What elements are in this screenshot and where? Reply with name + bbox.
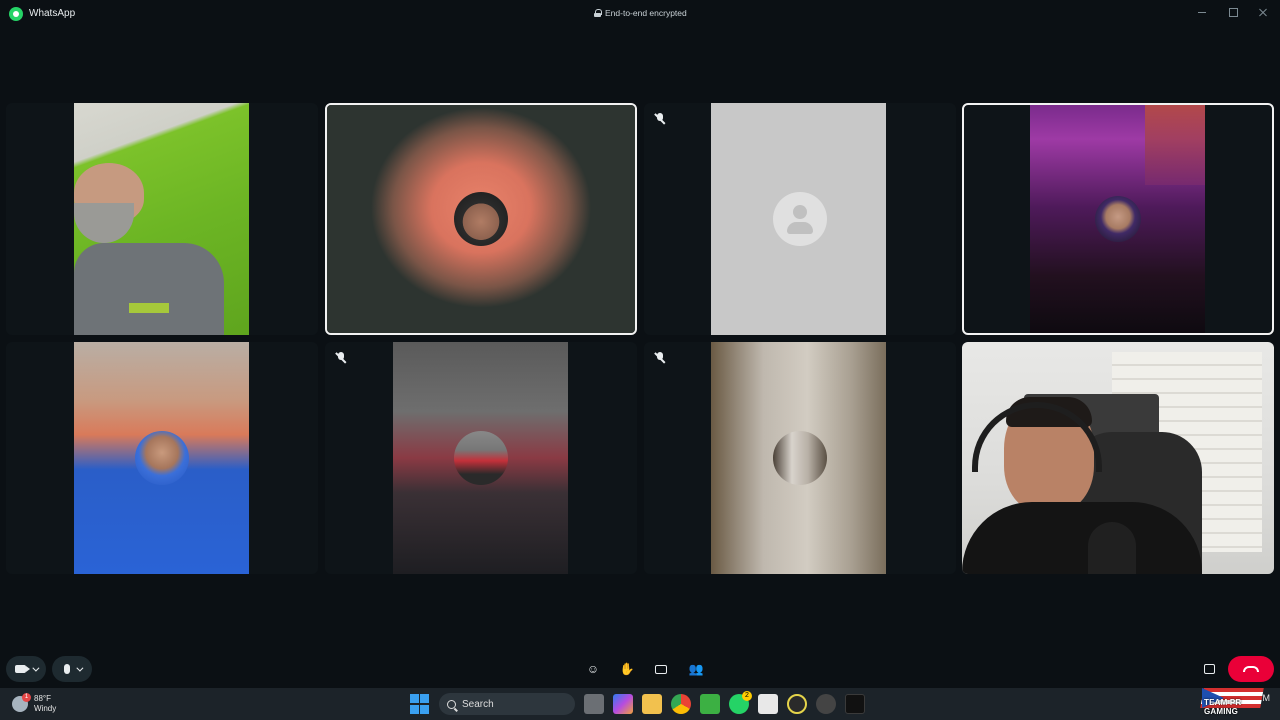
layout-button[interactable] [1200,660,1218,678]
participant-tile[interactable] [325,342,637,574]
minimize-button[interactable] [1196,6,1210,18]
watermark-text: TEAM PR GAMING [1204,698,1242,716]
audio-app-icon[interactable] [845,694,865,714]
taskbar-apps: Search 2 [410,691,865,715]
chrome-icon[interactable] [671,694,691,714]
taskbar: 1 88°F Windy Search 2 M [0,688,1280,720]
chevron-down-icon [75,664,83,672]
participant-tile[interactable] [962,342,1274,574]
participant-video [962,342,1274,574]
participant-avatar [135,431,189,485]
participant-avatar [773,431,827,485]
title-bar: WhatsApp End-to-end encrypted [0,0,1280,28]
muted-mic-icon [335,352,347,364]
whatsapp-taskbar-icon[interactable]: 2 [729,691,752,714]
chevron-down-icon [32,664,40,672]
reactions-button[interactable]: ☺ [584,660,602,678]
team-pr-gaming-watermark: TEAM PR GAMING [1200,684,1272,718]
encryption-notice-text: End-to-end encrypted [605,8,687,18]
weather-temperature: 88°F [34,694,51,703]
windows-start-icon[interactable] [410,694,430,714]
lock-icon [594,9,602,17]
call-controls: ☺ ✋ 👥 [0,656,1280,684]
muted-mic-icon [654,352,666,364]
copilot-icon[interactable] [613,694,633,714]
participant-tile[interactable] [6,342,318,574]
participant-tile[interactable] [644,342,956,574]
emoji-icon: ☺ [586,662,600,676]
app-icon[interactable] [787,694,807,714]
default-avatar [773,192,827,246]
share-screen-button[interactable] [652,660,670,678]
share-screen-icon [655,664,667,674]
microphone-toggle-button[interactable] [52,656,92,682]
layout-icon [1203,664,1215,674]
end-call-icon [1243,666,1259,672]
whatsapp-logo-icon [9,7,23,21]
search-label: Search [462,698,494,710]
weather-widget[interactable]: 1 88°F Windy [12,693,57,714]
weather-description: Windy [34,704,57,713]
maximize-button[interactable] [1226,6,1240,18]
app-icon[interactable] [816,694,836,714]
camera-icon [15,665,30,673]
search-icon [447,699,456,709]
participant-tile[interactable] [962,103,1274,335]
raise-hand-icon: ✋ [619,662,635,676]
participant-avatar [1095,196,1141,242]
app-title: WhatsApp [29,8,76,19]
camera-toggle-button[interactable] [6,656,46,682]
participant-video [74,103,249,335]
participant-tile[interactable] [325,103,637,335]
raise-hand-button[interactable]: ✋ [618,660,636,678]
task-view-icon[interactable] [584,694,604,714]
participants-icon: 👥 [688,662,704,676]
taskbar-search[interactable]: Search [439,693,575,715]
weather-badge: 1 [22,693,31,702]
participant-tile[interactable] [644,103,956,335]
file-explorer-icon[interactable] [642,694,662,714]
microphone-icon [63,664,70,674]
participants-button[interactable]: 👥 [687,660,705,678]
participant-tile[interactable] [6,103,318,335]
weather-icon: 1 [12,693,31,712]
spreadsheet-app-icon[interactable] [700,694,720,714]
encryption-notice: End-to-end encrypted [594,8,687,18]
whatsapp-notification-badge: 2 [742,691,752,701]
close-button[interactable] [1256,6,1270,18]
participant-avatar [454,431,508,485]
participant-avatar [454,192,508,246]
store-icon[interactable] [758,694,778,714]
end-call-button[interactable] [1228,656,1274,682]
muted-mic-icon [654,113,666,125]
